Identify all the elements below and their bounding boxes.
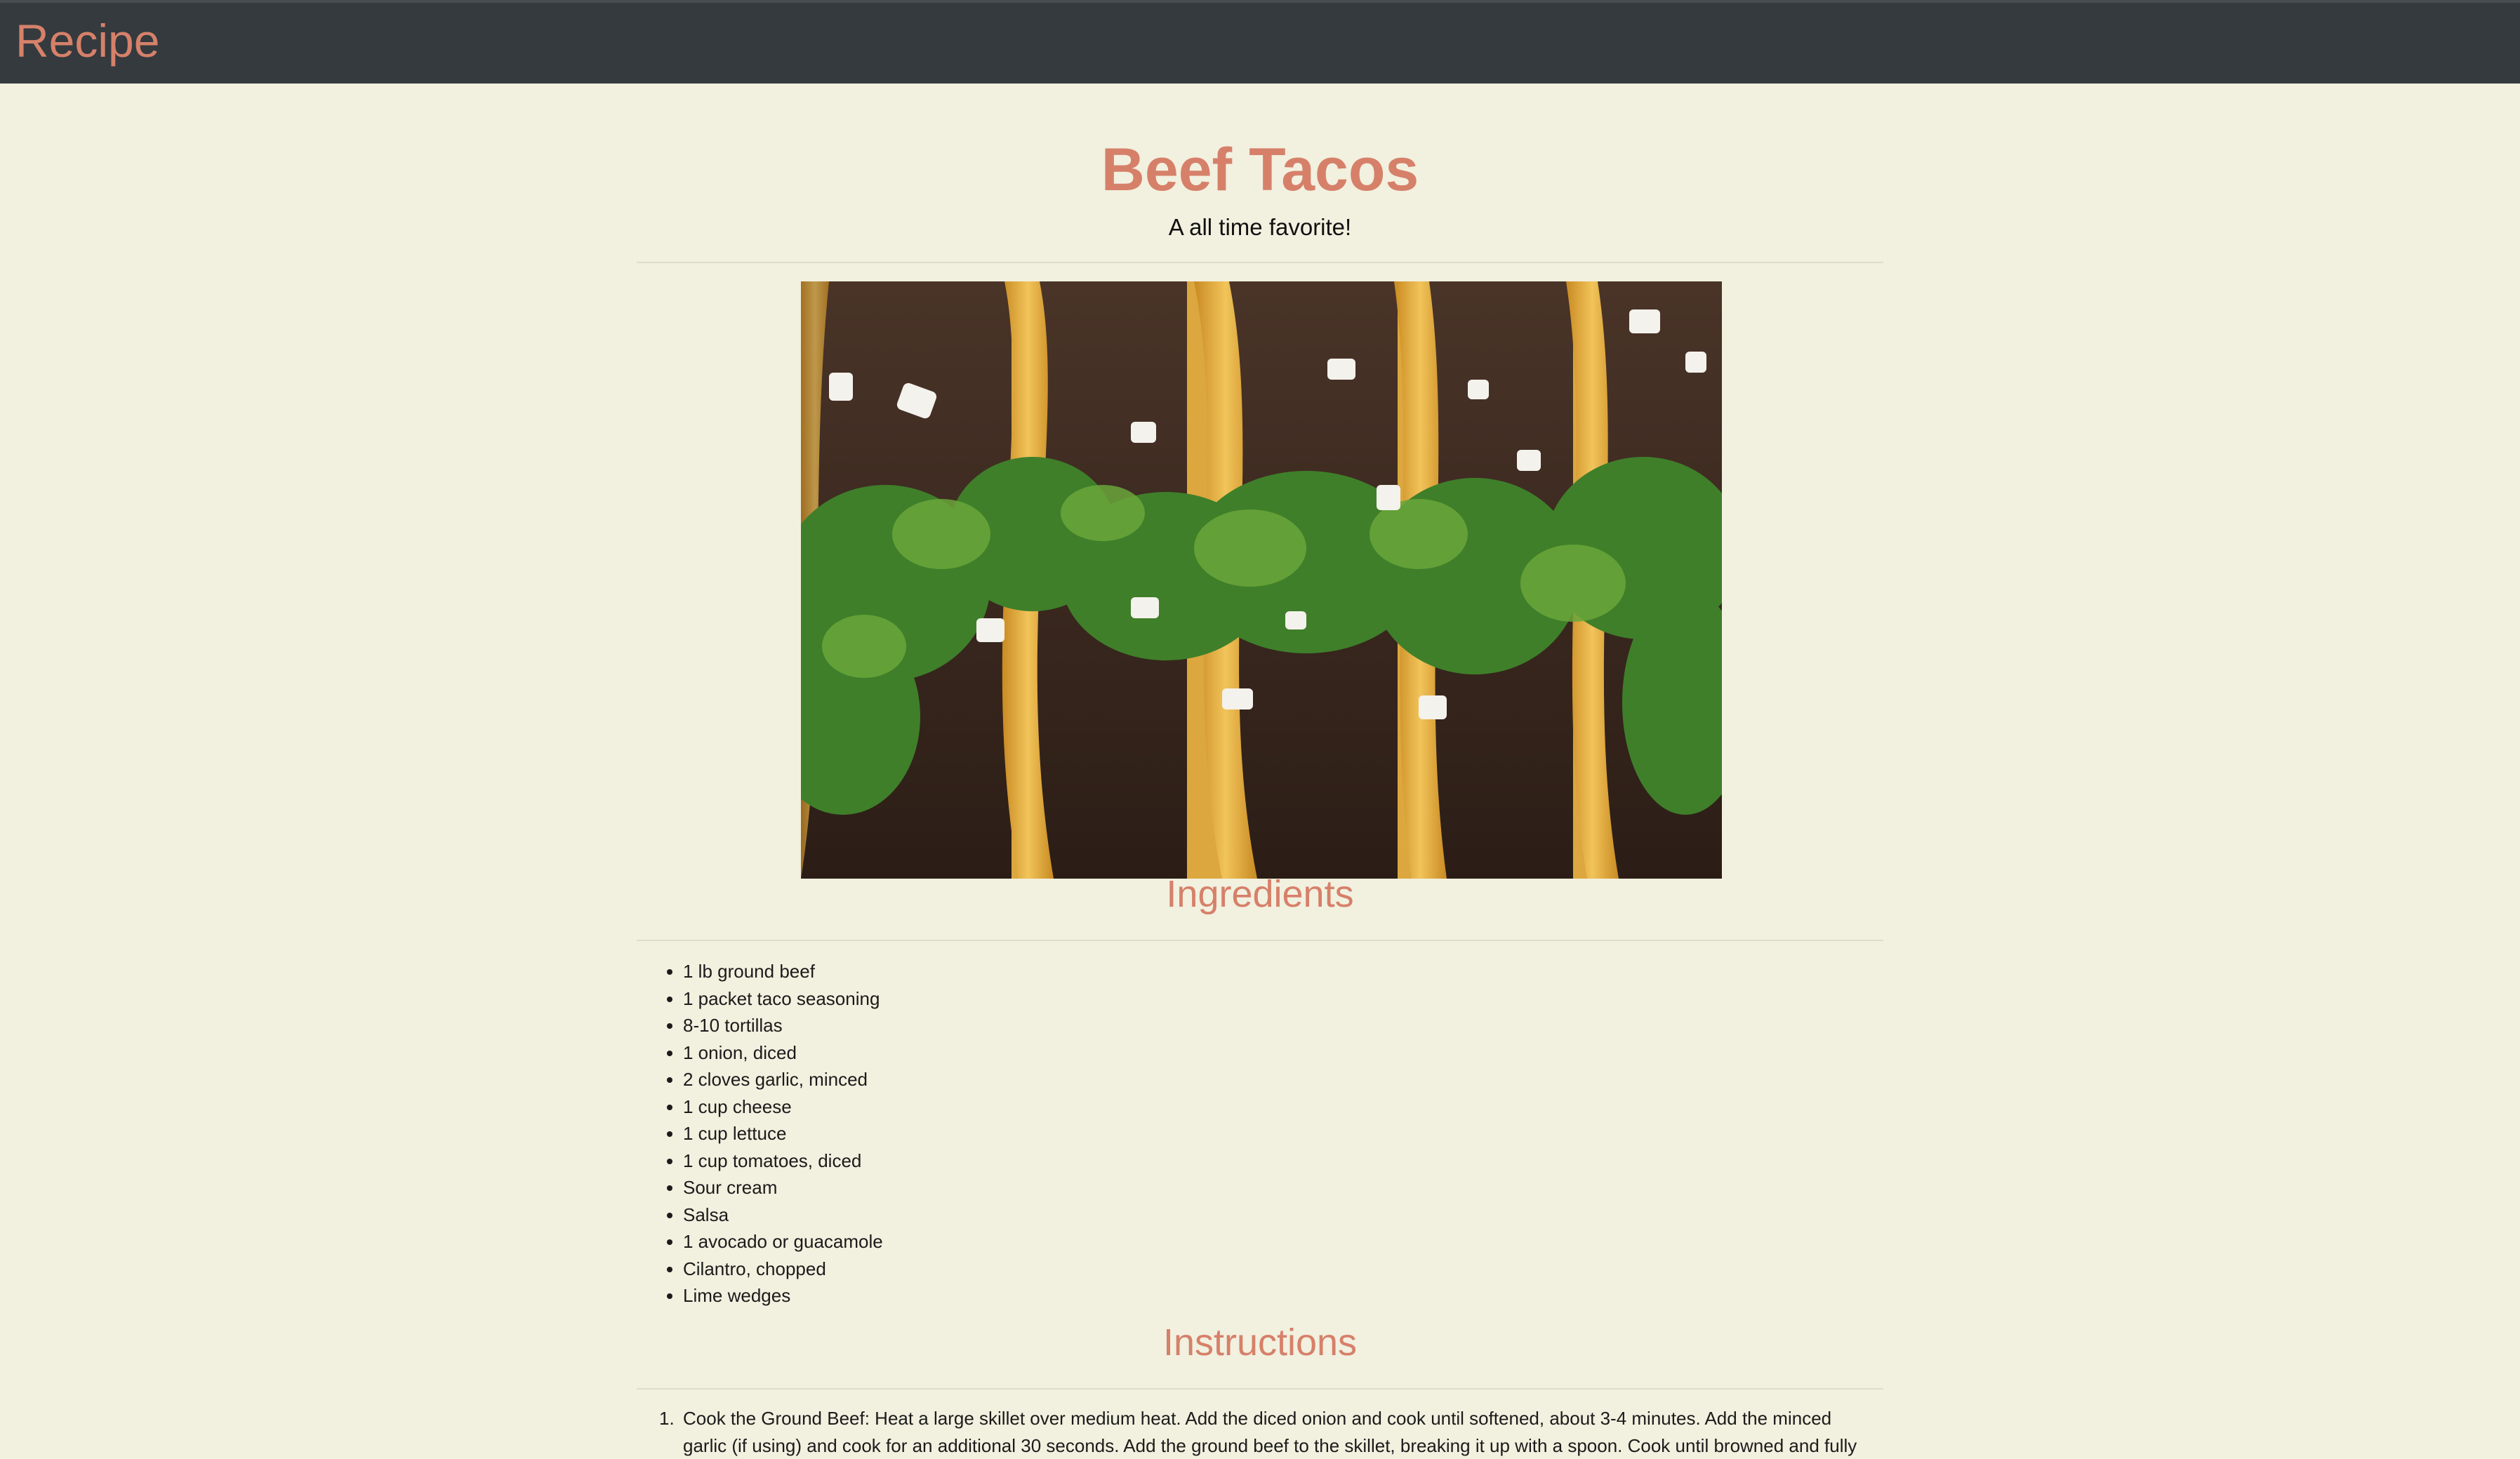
recipe-title: Beef Tacos <box>1101 136 1419 204</box>
brand-link[interactable]: Recipe <box>15 11 159 70</box>
list-item: 1 packet taco seasoning <box>667 985 883 1013</box>
list-item: 1 cup lettuce <box>667 1120 883 1147</box>
list-item: 1 lb ground beef <box>667 958 883 985</box>
step-number: 1. <box>659 1408 675 1429</box>
list-item: 2 cloves garlic, minced <box>667 1066 883 1093</box>
divider <box>637 1388 1883 1390</box>
ingredients-list: 1 lb ground beef 1 packet taco seasoning… <box>667 958 883 1310</box>
divider <box>637 940 1883 941</box>
instructions-list: 1. Cook the Ground Beef: Heat a large sk… <box>659 1405 1862 1459</box>
list-item: 1 cup tomatoes, diced <box>667 1147 883 1175</box>
ingredients-heading: Ingredients <box>1166 873 1354 915</box>
list-item: 1. Cook the Ground Beef: Heat a large sk… <box>659 1405 1862 1459</box>
recipe-subtitle: A all time favorite! <box>1168 214 1352 240</box>
recipe-image <box>801 281 1722 879</box>
step-text: Cook the Ground Beef: Heat a large skill… <box>683 1408 1857 1456</box>
list-item: 1 onion, diced <box>667 1039 883 1067</box>
list-item: Salsa <box>667 1201 883 1229</box>
list-item: Sour cream <box>667 1174 883 1201</box>
divider <box>637 262 1883 263</box>
list-item: 1 cup cheese <box>667 1093 883 1121</box>
instructions-heading: Instructions <box>1162 1321 1358 1364</box>
list-item: 8-10 tortillas <box>667 1012 883 1039</box>
list-item: Cilantro, chopped <box>667 1255 883 1283</box>
top-navbar: Recipe <box>0 0 2520 84</box>
list-item: Lime wedges <box>667 1282 883 1310</box>
list-item: 1 avocado or guacamole <box>667 1228 883 1255</box>
